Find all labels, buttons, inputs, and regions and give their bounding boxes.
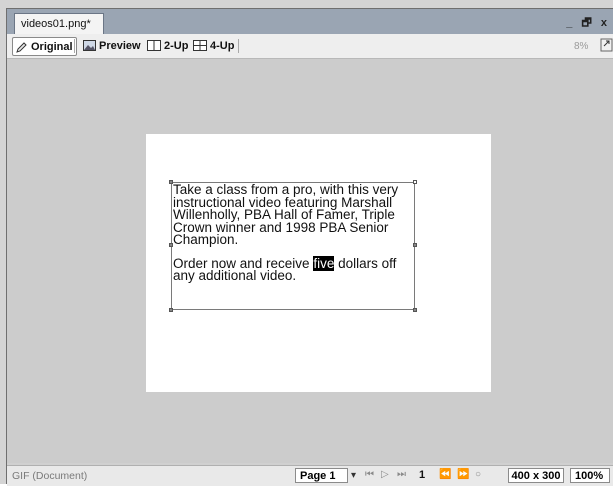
selected-text[interactable]: five (313, 255, 335, 271)
text-content[interactable]: Take a class from a pro, with this very … (173, 182, 413, 294)
svg-text:8%: 8% (574, 41, 589, 52)
preview-label: Preview (99, 39, 141, 52)
minimize-icon[interactable]: _ (566, 17, 575, 29)
image-preview-icon (83, 40, 96, 51)
resize-handle[interactable] (413, 180, 417, 184)
toolbar-right-tools: 8% (574, 38, 613, 52)
image-size-display[interactable]: 400 x 300 (508, 468, 564, 483)
two-up-label: 2-Up (164, 39, 189, 52)
last-frame-icon[interactable]: ⏭ (397, 469, 406, 480)
next-frame-icon[interactable]: ⏩ (457, 469, 469, 480)
original-view-button[interactable]: Original (12, 37, 77, 56)
four-up-view-button[interactable]: 4-Up (190, 37, 237, 54)
four-up-label: 4-Up (210, 39, 235, 52)
resize-handle[interactable] (413, 243, 417, 247)
preview-view-button[interactable]: Preview (80, 37, 144, 54)
resize-handle[interactable] (169, 308, 173, 312)
current-frame-number: 1 (419, 469, 426, 481)
first-frame-icon[interactable]: ⏮ (365, 469, 374, 480)
document-window: videos01.png* _ 🗗 x Original Preview 2-U… (6, 8, 613, 486)
status-bar: GIF (Document) Page 1 ▾ ⏮ ▷ ⏭ 1 ⏪ ⏩ ○ 40… (7, 465, 613, 486)
toolbar-separator (74, 39, 75, 53)
page-selector[interactable]: Page 1 (295, 468, 348, 483)
chevron-down-icon[interactable]: ▾ (351, 470, 356, 481)
document-tab-bar: videos01.png* _ 🗗 x (7, 9, 613, 35)
loop-icon[interactable]: ○ (475, 469, 481, 480)
document-format-label: GIF (Document) (12, 470, 88, 482)
zoom-selector[interactable]: 100% (570, 468, 610, 483)
optimize-icon[interactable]: 8% (574, 38, 590, 52)
export-icon[interactable] (600, 38, 613, 52)
document-tab[interactable]: videos01.png* (14, 13, 104, 34)
window-controls[interactable]: _ 🗗 x (566, 14, 610, 33)
two-up-view-button[interactable]: 2-Up (144, 37, 191, 54)
original-label: Original (31, 40, 73, 53)
four-up-icon (193, 40, 207, 51)
toolbar-separator (238, 39, 239, 53)
play-icon[interactable]: ▷ (381, 469, 389, 480)
view-toolbar: Original Preview 2-Up 4-Up 8% (7, 34, 613, 59)
pencil-icon (16, 41, 27, 53)
previous-frame-icon[interactable]: ⏪ (439, 469, 451, 480)
app-background: videos01.png* _ 🗗 x Original Preview 2-U… (0, 0, 613, 486)
paragraph-2: Order now and receive five dollars off a… (173, 255, 413, 283)
restore-icon[interactable]: 🗗 (581, 17, 594, 29)
artboard[interactable]: Take a class from a pro, with this very … (146, 134, 491, 392)
canvas-area[interactable]: Take a class from a pro, with this very … (7, 59, 613, 463)
close-icon[interactable]: x (601, 17, 610, 29)
text-block[interactable]: Take a class from a pro, with this very … (169, 180, 417, 312)
two-up-icon (147, 40, 161, 51)
paragraph-1: Take a class from a pro, with this very … (173, 182, 399, 247)
resize-handle[interactable] (413, 308, 417, 312)
